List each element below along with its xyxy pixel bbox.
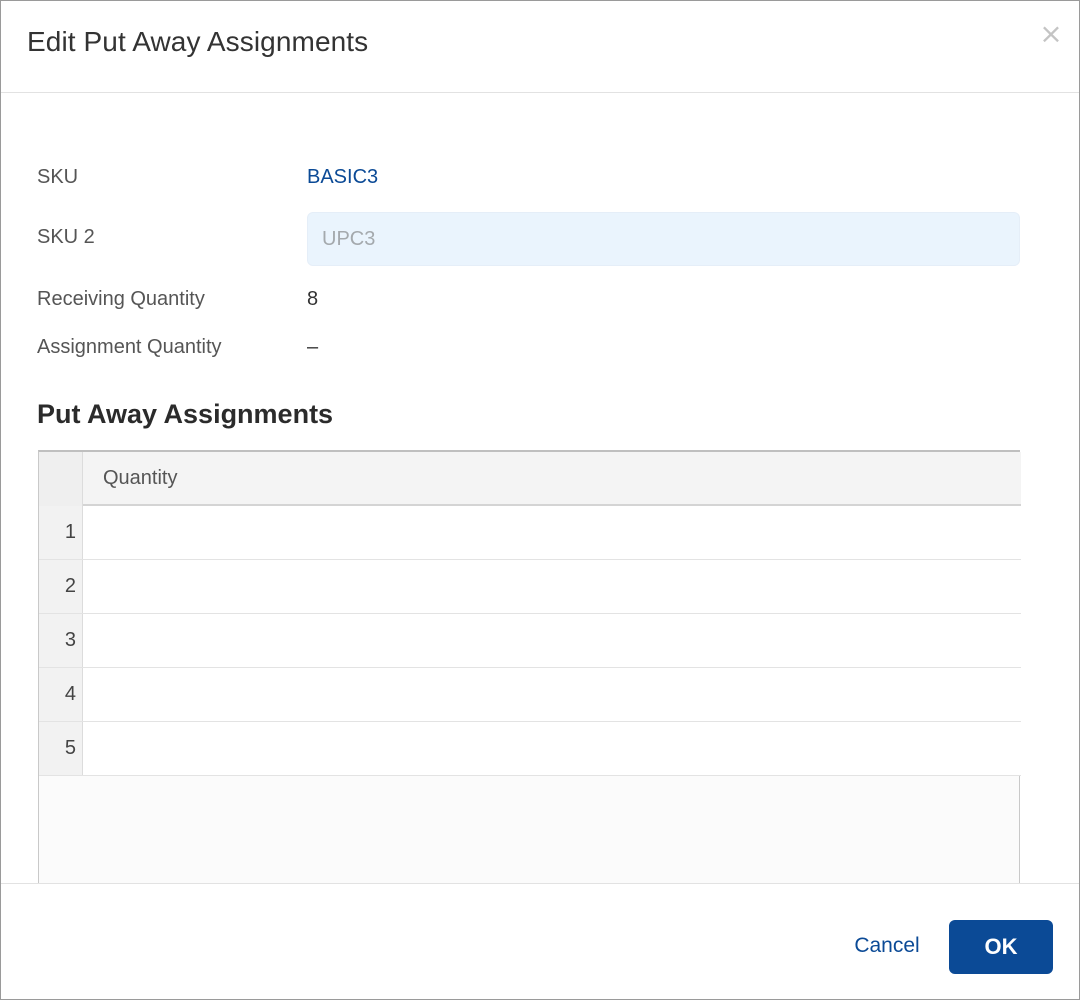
- dialog-body: SKU BASIC3 SKU 2 Receiving Quantity 8 As…: [1, 94, 1079, 884]
- assignment-quantity-label: Assignment Quantity: [37, 336, 222, 358]
- quantity-cell[interactable]: [84, 506, 1021, 559]
- row-number: 5: [39, 722, 83, 775]
- table-row: 3: [39, 614, 1021, 668]
- sku2-input[interactable]: [307, 212, 1020, 266]
- sku-label: SKU: [37, 166, 79, 188]
- row-number: 2: [39, 560, 83, 613]
- dialog-footer: Cancel OK: [1, 883, 1079, 999]
- sku2-label: SKU 2: [37, 226, 95, 248]
- receiving-quantity-value: 8: [307, 288, 319, 310]
- table-row: 1: [39, 506, 1021, 560]
- quantity-cell[interactable]: [84, 668, 1021, 721]
- quantity-cell[interactable]: [84, 722, 1021, 775]
- assignment-quantity-value: –: [307, 336, 319, 358]
- sku-link[interactable]: BASIC3: [307, 166, 378, 189]
- receiving-quantity-label: Receiving Quantity: [37, 288, 205, 310]
- table-row: 5: [39, 722, 1021, 776]
- close-icon[interactable]: ×: [1039, 19, 1063, 49]
- row-number: 1: [39, 506, 83, 559]
- section-title: Put Away Assignments: [37, 399, 334, 429]
- quantity-cell[interactable]: [84, 614, 1021, 667]
- dialog-title: Edit Put Away Assignments: [27, 26, 369, 57]
- dialog-header: Edit Put Away Assignments ×: [1, 1, 1079, 93]
- row-number: 3: [39, 614, 83, 667]
- row-number: 4: [39, 668, 83, 721]
- edit-put-away-dialog: Edit Put Away Assignments × SKU BASIC3 S…: [0, 0, 1080, 1000]
- put-away-grid: Quantity 1 2 3 4 5: [38, 450, 1021, 884]
- grid-header: Quantity: [39, 452, 1021, 506]
- column-header-quantity[interactable]: Quantity: [103, 467, 177, 490]
- cancel-button[interactable]: Cancel: [839, 920, 935, 972]
- quantity-cell[interactable]: [84, 560, 1021, 613]
- grid-corner: [39, 452, 83, 506]
- ok-button[interactable]: OK: [949, 920, 1053, 974]
- table-row: 4: [39, 668, 1021, 722]
- table-row: 2: [39, 560, 1021, 614]
- grid-empty-area: [39, 776, 1020, 884]
